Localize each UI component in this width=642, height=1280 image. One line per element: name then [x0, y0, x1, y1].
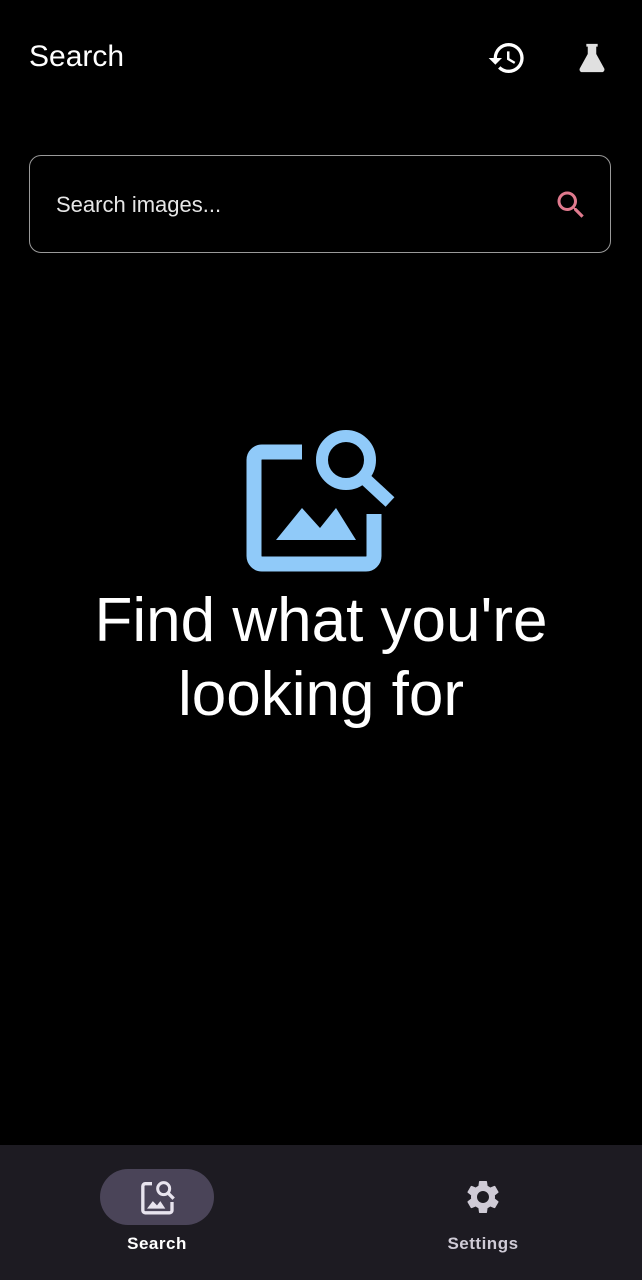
nav-label-search: Search — [127, 1234, 187, 1253]
search-field[interactable] — [29, 155, 611, 253]
labs-button[interactable] — [568, 34, 616, 82]
search-button[interactable] — [550, 184, 592, 226]
history-icon — [488, 43, 524, 74]
image-search-icon — [141, 1181, 175, 1215]
flask-icon — [579, 43, 605, 73]
search-input[interactable] — [56, 186, 516, 224]
nav-item-settings[interactable]: Settings — [321, 1145, 642, 1280]
image-search-icon — [246, 430, 395, 572]
page-title: Search — [29, 40, 125, 73]
empty-state-heading: Find what you're looking for — [94, 586, 548, 729]
bottom-navigation: Search Settings — [0, 1145, 642, 1280]
history-button[interactable] — [483, 34, 531, 82]
nav-label-settings: Settings — [447, 1234, 519, 1253]
nav-item-search[interactable]: Search — [0, 1145, 321, 1280]
top-app-bar: Search — [0, 0, 642, 114]
gear-icon — [467, 1181, 499, 1213]
search-icon — [557, 191, 584, 218]
